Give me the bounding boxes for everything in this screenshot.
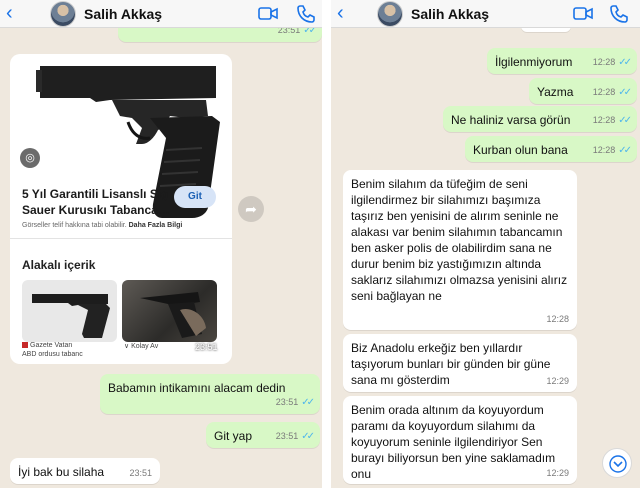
chat-panel-left: ‹ Salih Akkaş 23:51 ✓✓ ◎ 5 Yıl Garantili… <box>0 0 322 488</box>
message-meta: 12:29 <box>546 376 569 386</box>
forward-icon[interactable]: ➦ <box>238 196 264 222</box>
visit-button[interactable]: Git <box>174 186 216 208</box>
card-timestamp: 23:51 <box>195 342 218 352</box>
read-ticks-icon: ✓✓ <box>618 57 632 68</box>
message-bubble-incoming[interactable]: Biz Anadolu erkeğiz ben yıllardır taşıyo… <box>343 334 577 392</box>
back-icon[interactable]: ‹ <box>337 3 353 23</box>
message-meta: 12:28 <box>546 314 569 324</box>
chat-panel-right: ‹ Salih Akkaş 12:26 İlgilenmiyorum 12:28… <box>331 0 640 488</box>
message-text: Benim silahım da tüfeğim de seni ilgilen… <box>351 177 568 303</box>
message-meta: 12:29 <box>546 468 569 478</box>
copyright-notice-text: Görseller telif hakkına tabi olabilir. <box>22 222 127 229</box>
message-bubble-outgoing[interactable]: Git yap 23:51 ✓✓ <box>206 422 320 448</box>
chat-header: ‹ Salih Akkaş <box>0 0 322 28</box>
lens-search-icon[interactable]: ◎ <box>20 148 40 168</box>
contact-name[interactable]: Salih Akkaş <box>411 6 489 22</box>
read-ticks-icon: ✓✓ <box>301 431 315 442</box>
message-bubble-incoming[interactable]: İyi bak bu silaha 23:51 <box>10 458 160 484</box>
news-source-icon <box>22 342 28 349</box>
related-content-heading: Alakalı içerik <box>22 258 96 272</box>
video-call-icon[interactable] <box>258 6 278 21</box>
message-meta: 12:28 ✓✓ <box>592 87 632 98</box>
avatar[interactable] <box>50 1 76 27</box>
read-ticks-icon: ✓✓ <box>301 397 315 408</box>
message-bubble-outgoing[interactable]: Kurban olun bana 12:28 ✓✓ <box>465 136 637 162</box>
video-call-icon[interactable] <box>573 6 593 21</box>
message-text: Benim orada altınım da koyuyordum paramı… <box>351 403 556 481</box>
copyright-notice: Görseller telif hakkına tabi olabilir. D… <box>22 222 182 229</box>
divider <box>10 238 232 239</box>
phone-call-icon[interactable] <box>296 4 316 24</box>
pistol-thumbnail-image <box>32 294 110 338</box>
back-icon[interactable]: ‹ <box>6 3 22 23</box>
related-thumbnail[interactable] <box>22 280 117 342</box>
read-ticks-icon: ✓✓ <box>618 145 632 156</box>
message-meta: 12:28 ✓✓ <box>592 115 632 126</box>
product-title[interactable]: 5 Yıl Garantili Lisanslı Sig Sauer Kurus… <box>22 186 174 218</box>
thumbnail-source: Gazete Vatan <box>22 342 72 349</box>
shared-search-result-card[interactable]: ◎ 5 Yıl Garantili Lisanslı Sig Sauer Kur… <box>10 54 232 364</box>
read-ticks-icon: ✓✓ <box>618 87 632 98</box>
message-text: Biz Anadolu erkeğiz ben yıllardır taşıyo… <box>351 341 551 387</box>
message-meta: 23:51 ✓✓ <box>275 431 315 442</box>
message-bubble-outgoing[interactable]: Ne haliniz varsa görün 12:28 ✓✓ <box>443 106 637 132</box>
contact-name[interactable]: Salih Akkaş <box>84 6 162 22</box>
thumbnail-caption: ABD ordusu tabanc <box>22 351 83 358</box>
chevron-down-icon <box>609 455 627 473</box>
message-bubble-outgoing[interactable]: İlgilenmiyorum 12:28 ✓✓ <box>487 48 637 74</box>
thumbnail-source: ∨ Kolay Av <box>124 343 159 350</box>
scroll-to-bottom-button[interactable] <box>602 448 632 478</box>
whatsapp-screenshots: ‹ Salih Akkaş 23:51 ✓✓ ◎ 5 Yıl Garantili… <box>0 0 640 488</box>
message-meta: 12:28 ✓✓ <box>592 145 632 156</box>
read-ticks-icon: ✓✓ <box>618 115 632 126</box>
message-bubble-outgoing[interactable]: Babamın intikamını alacam dedin 23:51 ✓✓ <box>100 374 320 414</box>
message-meta: 12:28 ✓✓ <box>592 57 632 68</box>
message-bubble-outgoing[interactable]: Yazma 12:28 ✓✓ <box>529 78 637 104</box>
more-info-link[interactable]: Daha Fazla Bilgi <box>129 222 183 229</box>
related-thumbnail[interactable] <box>122 280 217 342</box>
message-bubble-incoming[interactable]: Benim orada altınım da koyuyordum paramı… <box>343 396 577 484</box>
panel-divider <box>322 0 331 488</box>
phone-call-icon[interactable] <box>609 4 629 24</box>
message-meta: 23:51 <box>129 468 152 478</box>
chat-header: ‹ Salih Akkaş <box>331 0 640 28</box>
message-meta: 23:51 ✓✓ <box>275 397 315 408</box>
avatar[interactable] <box>377 1 403 27</box>
message-bubble-incoming[interactable]: Benim silahım da tüfeğim de seni ilgilen… <box>343 170 577 330</box>
pistol-in-hand-image <box>140 292 206 338</box>
